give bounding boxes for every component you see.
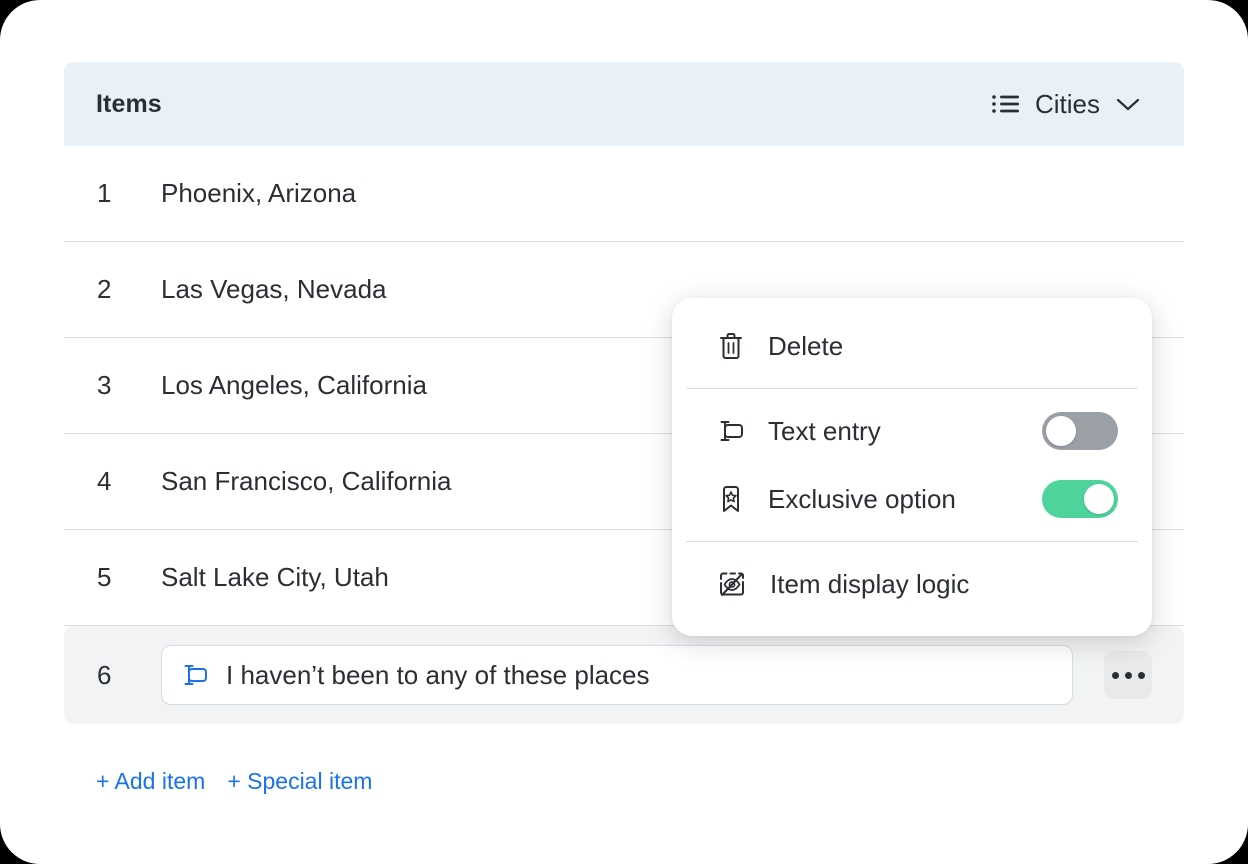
trash-icon	[716, 330, 746, 362]
dot	[1111, 671, 1119, 679]
row-index: 5	[97, 562, 112, 592]
row-index: 3	[97, 370, 112, 400]
add-item-link[interactable]: + Add item	[96, 768, 205, 795]
text-entry-toggle[interactable]	[1042, 412, 1118, 450]
context-menu: Delete Text entry Exclusive option Item …	[672, 298, 1152, 636]
more-options-icon[interactable]	[1104, 651, 1152, 699]
text-entry-icon	[716, 416, 746, 446]
row-index: 6	[97, 659, 112, 690]
menu-item-label: Delete	[768, 330, 844, 361]
row-label: Las Vegas, Nevada	[161, 274, 387, 304]
menu-item-label: Exclusive option	[768, 483, 956, 514]
menu-item-item-display-logic[interactable]: Item display logic	[672, 550, 1152, 618]
row-index: 4	[97, 466, 112, 496]
menu-divider	[686, 388, 1138, 389]
row-index: 2	[97, 274, 112, 304]
exclusive-option-toggle[interactable]	[1042, 480, 1118, 518]
dot	[1137, 671, 1145, 679]
bulleted-list-icon	[991, 92, 1021, 116]
footer-actions: + Add item + Special item	[96, 768, 372, 795]
header-kind-label: Cities	[1034, 88, 1100, 119]
menu-item-exclusive-option[interactable]: Exclusive option	[672, 465, 1152, 533]
page-title: Items	[96, 89, 162, 118]
toggle-knob	[1084, 484, 1114, 514]
menu-item-text-entry[interactable]: Text entry	[672, 397, 1152, 465]
eye-slash-icon	[716, 568, 748, 600]
menu-item-label: Item display logic	[770, 568, 970, 599]
row-label: Phoenix, Arizona	[161, 178, 357, 208]
item-text-input-value: I haven’t been to any of these places	[226, 659, 650, 690]
dot	[1124, 671, 1132, 679]
row-label: Los Angeles, California	[161, 370, 427, 400]
special-item-link[interactable]: + Special item	[227, 768, 372, 795]
table-row-active[interactable]: 6 I haven’t been to any of these places	[64, 626, 1184, 724]
menu-item-delete[interactable]: Delete	[672, 312, 1152, 380]
app-card: Items Cities 1 Phoenix, Arizona 2 Las Ve…	[0, 0, 1248, 864]
text-entry-icon	[180, 660, 210, 690]
table-row[interactable]: 1 Phoenix, Arizona	[64, 146, 1184, 242]
bookmark-star-icon	[716, 483, 746, 515]
toggle-knob	[1046, 416, 1076, 446]
item-text-input[interactable]: I haven’t been to any of these places	[161, 645, 1073, 705]
header-kind-selector[interactable]: Cities	[991, 89, 1142, 120]
list-header: Items Cities	[64, 62, 1184, 146]
row-label: San Francisco, California	[161, 466, 452, 496]
menu-item-label: Text entry	[768, 415, 881, 446]
menu-divider	[686, 541, 1138, 542]
chevron-down-icon[interactable]	[1114, 94, 1142, 114]
row-label: Salt Lake City, Utah	[161, 562, 389, 592]
row-index: 1	[97, 178, 112, 208]
